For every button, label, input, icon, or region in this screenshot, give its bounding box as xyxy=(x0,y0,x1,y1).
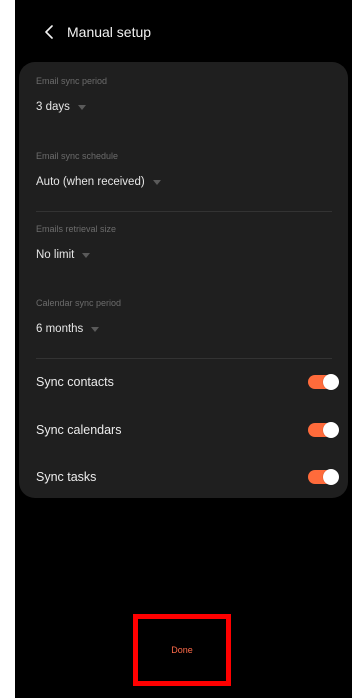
dropdown-arrow-icon xyxy=(77,104,86,110)
dropdown-arrow-icon xyxy=(91,326,100,332)
sync-contacts-switch[interactable] xyxy=(308,374,339,390)
divider xyxy=(36,358,332,359)
setting-value: 6 months xyxy=(36,323,84,335)
divider xyxy=(36,211,332,212)
setting-value: Auto (when received) xyxy=(36,176,145,188)
page-title: Manual setup xyxy=(67,24,152,40)
setting-label: Calendar sync period xyxy=(36,298,122,308)
switch-knob xyxy=(323,422,339,438)
setting-value: 3 days xyxy=(36,101,70,113)
dropdown-arrow-icon xyxy=(82,252,91,258)
setting-value: No limit xyxy=(36,249,75,261)
emails-retrieval-size-dropdown[interactable]: No limit xyxy=(36,249,91,261)
screen: Manual setup Email sync period 3 days Em… xyxy=(15,0,352,698)
sync-calendars-switch[interactable] xyxy=(308,422,339,438)
back-button[interactable] xyxy=(31,14,67,50)
email-sync-schedule-dropdown[interactable]: Auto (when received) xyxy=(36,176,161,188)
done-button[interactable]: Done xyxy=(133,614,231,686)
setting-label: Email sync schedule xyxy=(36,151,119,161)
dropdown-arrow-icon xyxy=(152,179,161,185)
email-sync-period-dropdown[interactable]: 3 days xyxy=(36,101,86,113)
sync-calendars-row[interactable]: Sync calendars xyxy=(36,418,339,442)
app-bar: Manual setup xyxy=(15,14,352,50)
sync-contacts-row[interactable]: Sync contacts xyxy=(36,370,339,394)
setting-label: Email sync period xyxy=(36,76,108,86)
calendar-sync-period-dropdown[interactable]: 6 months xyxy=(36,323,100,335)
sync-tasks-switch[interactable] xyxy=(308,469,339,485)
chevron-left-icon xyxy=(45,25,53,39)
setting-label: Emails retrieval size xyxy=(36,224,117,234)
done-label: Done xyxy=(171,645,193,655)
switch-knob xyxy=(323,469,339,485)
toggle-label: Sync contacts xyxy=(36,375,114,389)
toggle-label: Sync tasks xyxy=(36,470,97,484)
settings-card: Email sync period 3 days Email sync sche… xyxy=(19,62,348,498)
sync-tasks-row[interactable]: Sync tasks xyxy=(36,465,339,489)
switch-knob xyxy=(323,374,339,390)
toggle-label: Sync calendars xyxy=(36,423,122,437)
